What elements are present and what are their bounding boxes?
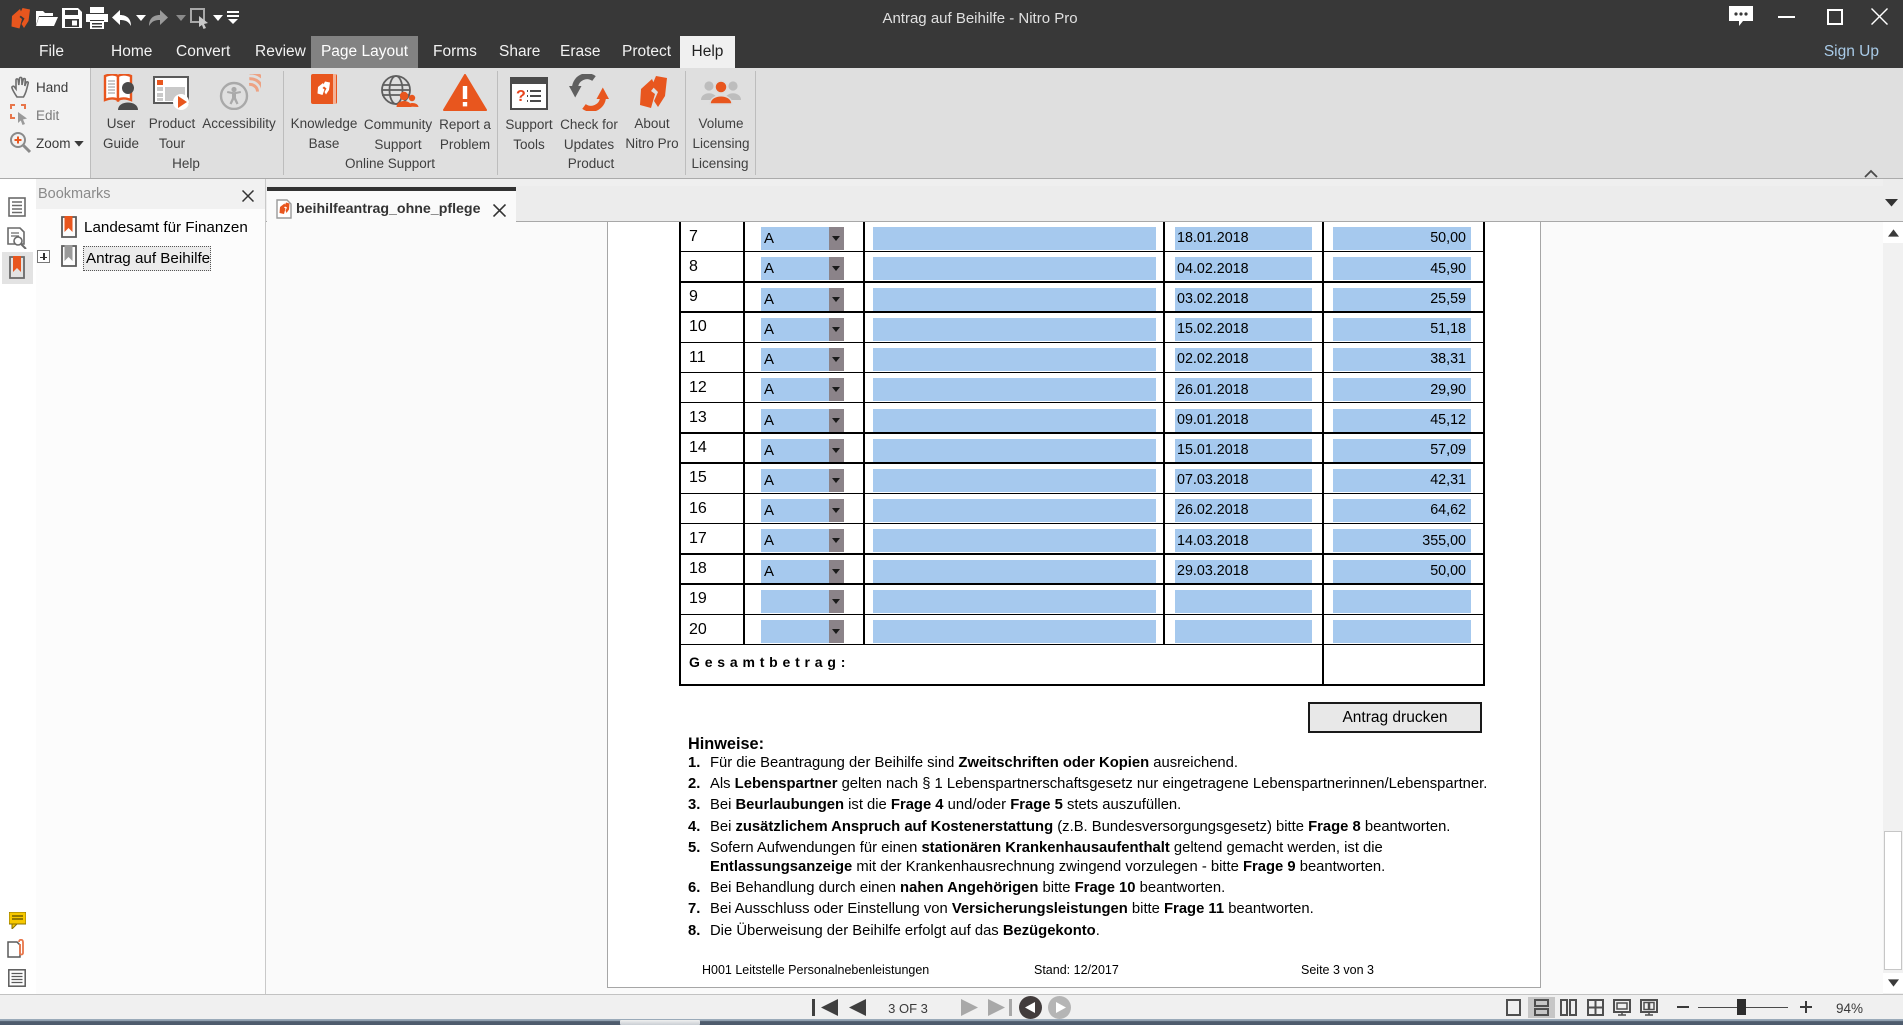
svg-text:?: ?	[516, 88, 526, 105]
